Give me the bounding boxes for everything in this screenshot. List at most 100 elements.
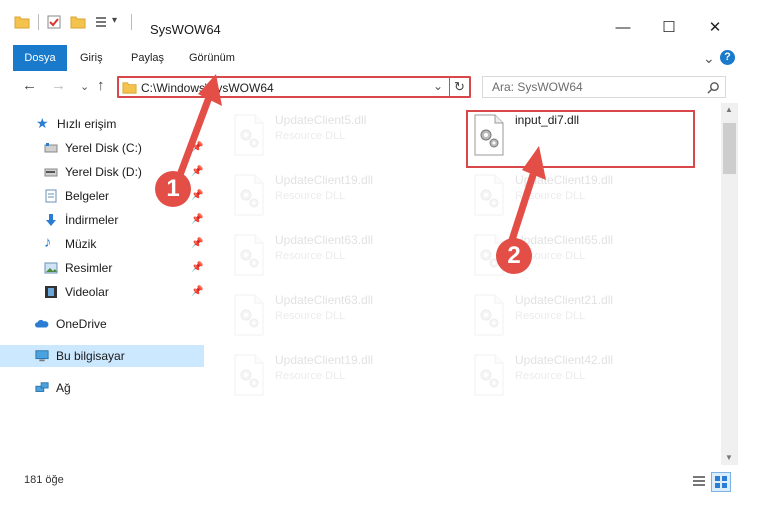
file-item[interactable]: UpdateClient19.dll Resource DLL (472, 173, 702, 223)
tab-home[interactable]: Giriş (80, 45, 103, 71)
file-item[interactable]: UpdateClient5.dll Resource DLL (232, 113, 462, 163)
tab-share[interactable]: Paylaş (131, 45, 164, 71)
quick-access-dropdown-icon[interactable]: ▾ (112, 15, 117, 26)
drive-icon (44, 168, 58, 177)
file-name: UpdateClient63.dll (275, 293, 374, 307)
pin-icon: 📌 (191, 238, 204, 249)
file-description: Resource DLL (515, 310, 586, 322)
file-item[interactable]: UpdateClient63.dll Resource DLL (232, 293, 462, 343)
scroll-down-icon[interactable]: ▼ (725, 453, 733, 462)
address-dropdown-icon[interactable]: ⌄ (433, 79, 443, 93)
help-icon[interactable]: ? (720, 50, 735, 65)
sidebar-item-this-pc[interactable]: Bu bilgisayar (0, 345, 204, 367)
file-item[interactable]: UpdateClient19.dll Resource DLL (232, 173, 462, 223)
dll-file-icon (234, 354, 264, 396)
file-name: UpdateClient19.dll (275, 173, 374, 187)
minimize-button[interactable]: — (600, 14, 646, 44)
downloads-icon (46, 214, 56, 226)
sidebar-item-videos[interactable]: Videolar 📌 (0, 281, 204, 303)
address-path[interactable]: C:\Windows\SysWOW64 (141, 81, 274, 95)
dll-file-icon (474, 174, 504, 216)
drive-icon (44, 143, 58, 153)
star-icon: ★ (36, 115, 49, 131)
back-button[interactable]: ← (22, 77, 37, 94)
sidebar-item-label: Hızlı erişim (57, 117, 117, 131)
search-box[interactable]: Ara: SysWOW64 (482, 76, 726, 98)
file-item[interactable]: UpdateClient21.dll Resource DLL (472, 293, 702, 343)
sidebar-item-pictures[interactable]: Resimler 📌 (0, 257, 204, 279)
sidebar-item-label: Videolar (65, 285, 109, 299)
new-folder-icon[interactable] (70, 14, 86, 30)
sidebar-item-label: İndirmeler (65, 213, 119, 227)
refresh-button[interactable]: ↻ (454, 79, 465, 95)
dll-file-icon (234, 234, 264, 276)
toolbar-divider (38, 14, 39, 30)
file-item[interactable]: UpdateClient19.dll Resource DLL (232, 353, 462, 403)
pin-icon: 📌 (191, 262, 204, 273)
sidebar-item-label: Resimler (65, 261, 113, 275)
file-item[interactable]: UpdateClient63.dll Resource DLL (232, 233, 462, 283)
sidebar-item-network[interactable]: Ağ (0, 377, 204, 399)
ribbon-tabs: Dosya Giriş Paylaş Görünüm ⌄ ? (0, 45, 769, 72)
sidebar-item-label: Ağ (56, 381, 71, 395)
search-icon[interactable] (707, 81, 720, 94)
network-icon (35, 382, 49, 392)
sidebar-item-downloads[interactable]: İndirmeler 📌 (0, 209, 204, 231)
pin-icon: 📌 (191, 214, 204, 225)
search-input[interactable]: Ara: SysWOW64 (492, 80, 583, 94)
sidebar-item-onedrive[interactable]: OneDrive (0, 313, 204, 335)
close-button[interactable]: ✕ (692, 14, 738, 44)
sidebar-item-label: Bu bilgisayar (56, 349, 125, 363)
file-name: UpdateClient21.dll (515, 293, 614, 307)
folder-icon[interactable] (14, 14, 30, 30)
pin-icon: 📌 (191, 190, 204, 201)
recent-locations-icon[interactable]: ⌄ (80, 80, 89, 93)
status-bar: 181 öğe (0, 465, 769, 493)
ribbon-expand-icon[interactable]: ⌄ (703, 45, 715, 71)
sidebar-item-disk-c[interactable]: Yerel Disk (C:) 📌 (0, 137, 204, 159)
dll-file-icon (234, 114, 264, 156)
pin-icon: 📌 (191, 142, 204, 153)
videos-icon (45, 286, 57, 298)
sidebar-item-label: Yerel Disk (D:) (65, 165, 142, 179)
documents-icon (45, 189, 57, 203)
scroll-up-icon[interactable]: ▲ (725, 105, 733, 114)
sidebar-item-label: OneDrive (56, 317, 107, 331)
item-count: 181 öğe (24, 474, 64, 486)
callout-step-1: 1 (155, 171, 191, 207)
file-name: UpdateClient19.dll (515, 173, 614, 187)
scrollbar-thumb[interactable] (723, 123, 736, 174)
file-description: Resource DLL (275, 130, 346, 142)
sidebar-item-music[interactable]: ♪ Müzik 📌 (0, 233, 204, 255)
address-bar[interactable]: C:\Windows\SysWOW64 ⌄ ↻ (117, 76, 471, 98)
pin-icon: 📌 (191, 166, 204, 177)
maximize-button[interactable]: ☐ (646, 14, 692, 44)
tab-file[interactable]: Dosya (13, 45, 67, 71)
dll-file-icon (474, 294, 504, 336)
dll-file-icon (474, 354, 504, 396)
navigation-bar: ← → ⌄ ↑ C:\Windows\SysWOW64 ⌄ ↻ Ara: Sys… (0, 71, 769, 103)
up-button[interactable]: ↑ (97, 77, 105, 94)
music-icon: ♪ (44, 234, 52, 251)
file-description: Resource DLL (515, 370, 586, 382)
dll-file-icon (234, 174, 264, 216)
computer-icon (35, 350, 49, 362)
file-name: UpdateClient42.dll (515, 353, 614, 367)
vertical-scrollbar[interactable]: ▲ ▼ (721, 103, 738, 465)
file-name: UpdateClient63.dll (275, 233, 374, 247)
callout-step-2: 2 (496, 238, 532, 274)
sidebar-item-quick-access[interactable]: ★ Hızlı erişim (0, 113, 204, 135)
pin-icon: 📌 (191, 286, 204, 297)
file-item[interactable]: UpdateClient42.dll Resource DLL (472, 353, 702, 403)
tiles-view-icon[interactable] (711, 472, 731, 492)
file-description: Resource DLL (515, 190, 586, 202)
forward-button[interactable]: → (51, 77, 66, 94)
tab-view[interactable]: Görünüm (189, 45, 235, 71)
customize-icon[interactable] (94, 14, 110, 30)
file-name: UpdateClient19.dll (275, 353, 374, 367)
properties-icon[interactable] (46, 14, 62, 30)
dll-file-icon (234, 294, 264, 336)
details-view-icon[interactable] (692, 474, 706, 488)
window-title: SysWOW64 (150, 22, 221, 37)
folder-icon (122, 82, 137, 94)
